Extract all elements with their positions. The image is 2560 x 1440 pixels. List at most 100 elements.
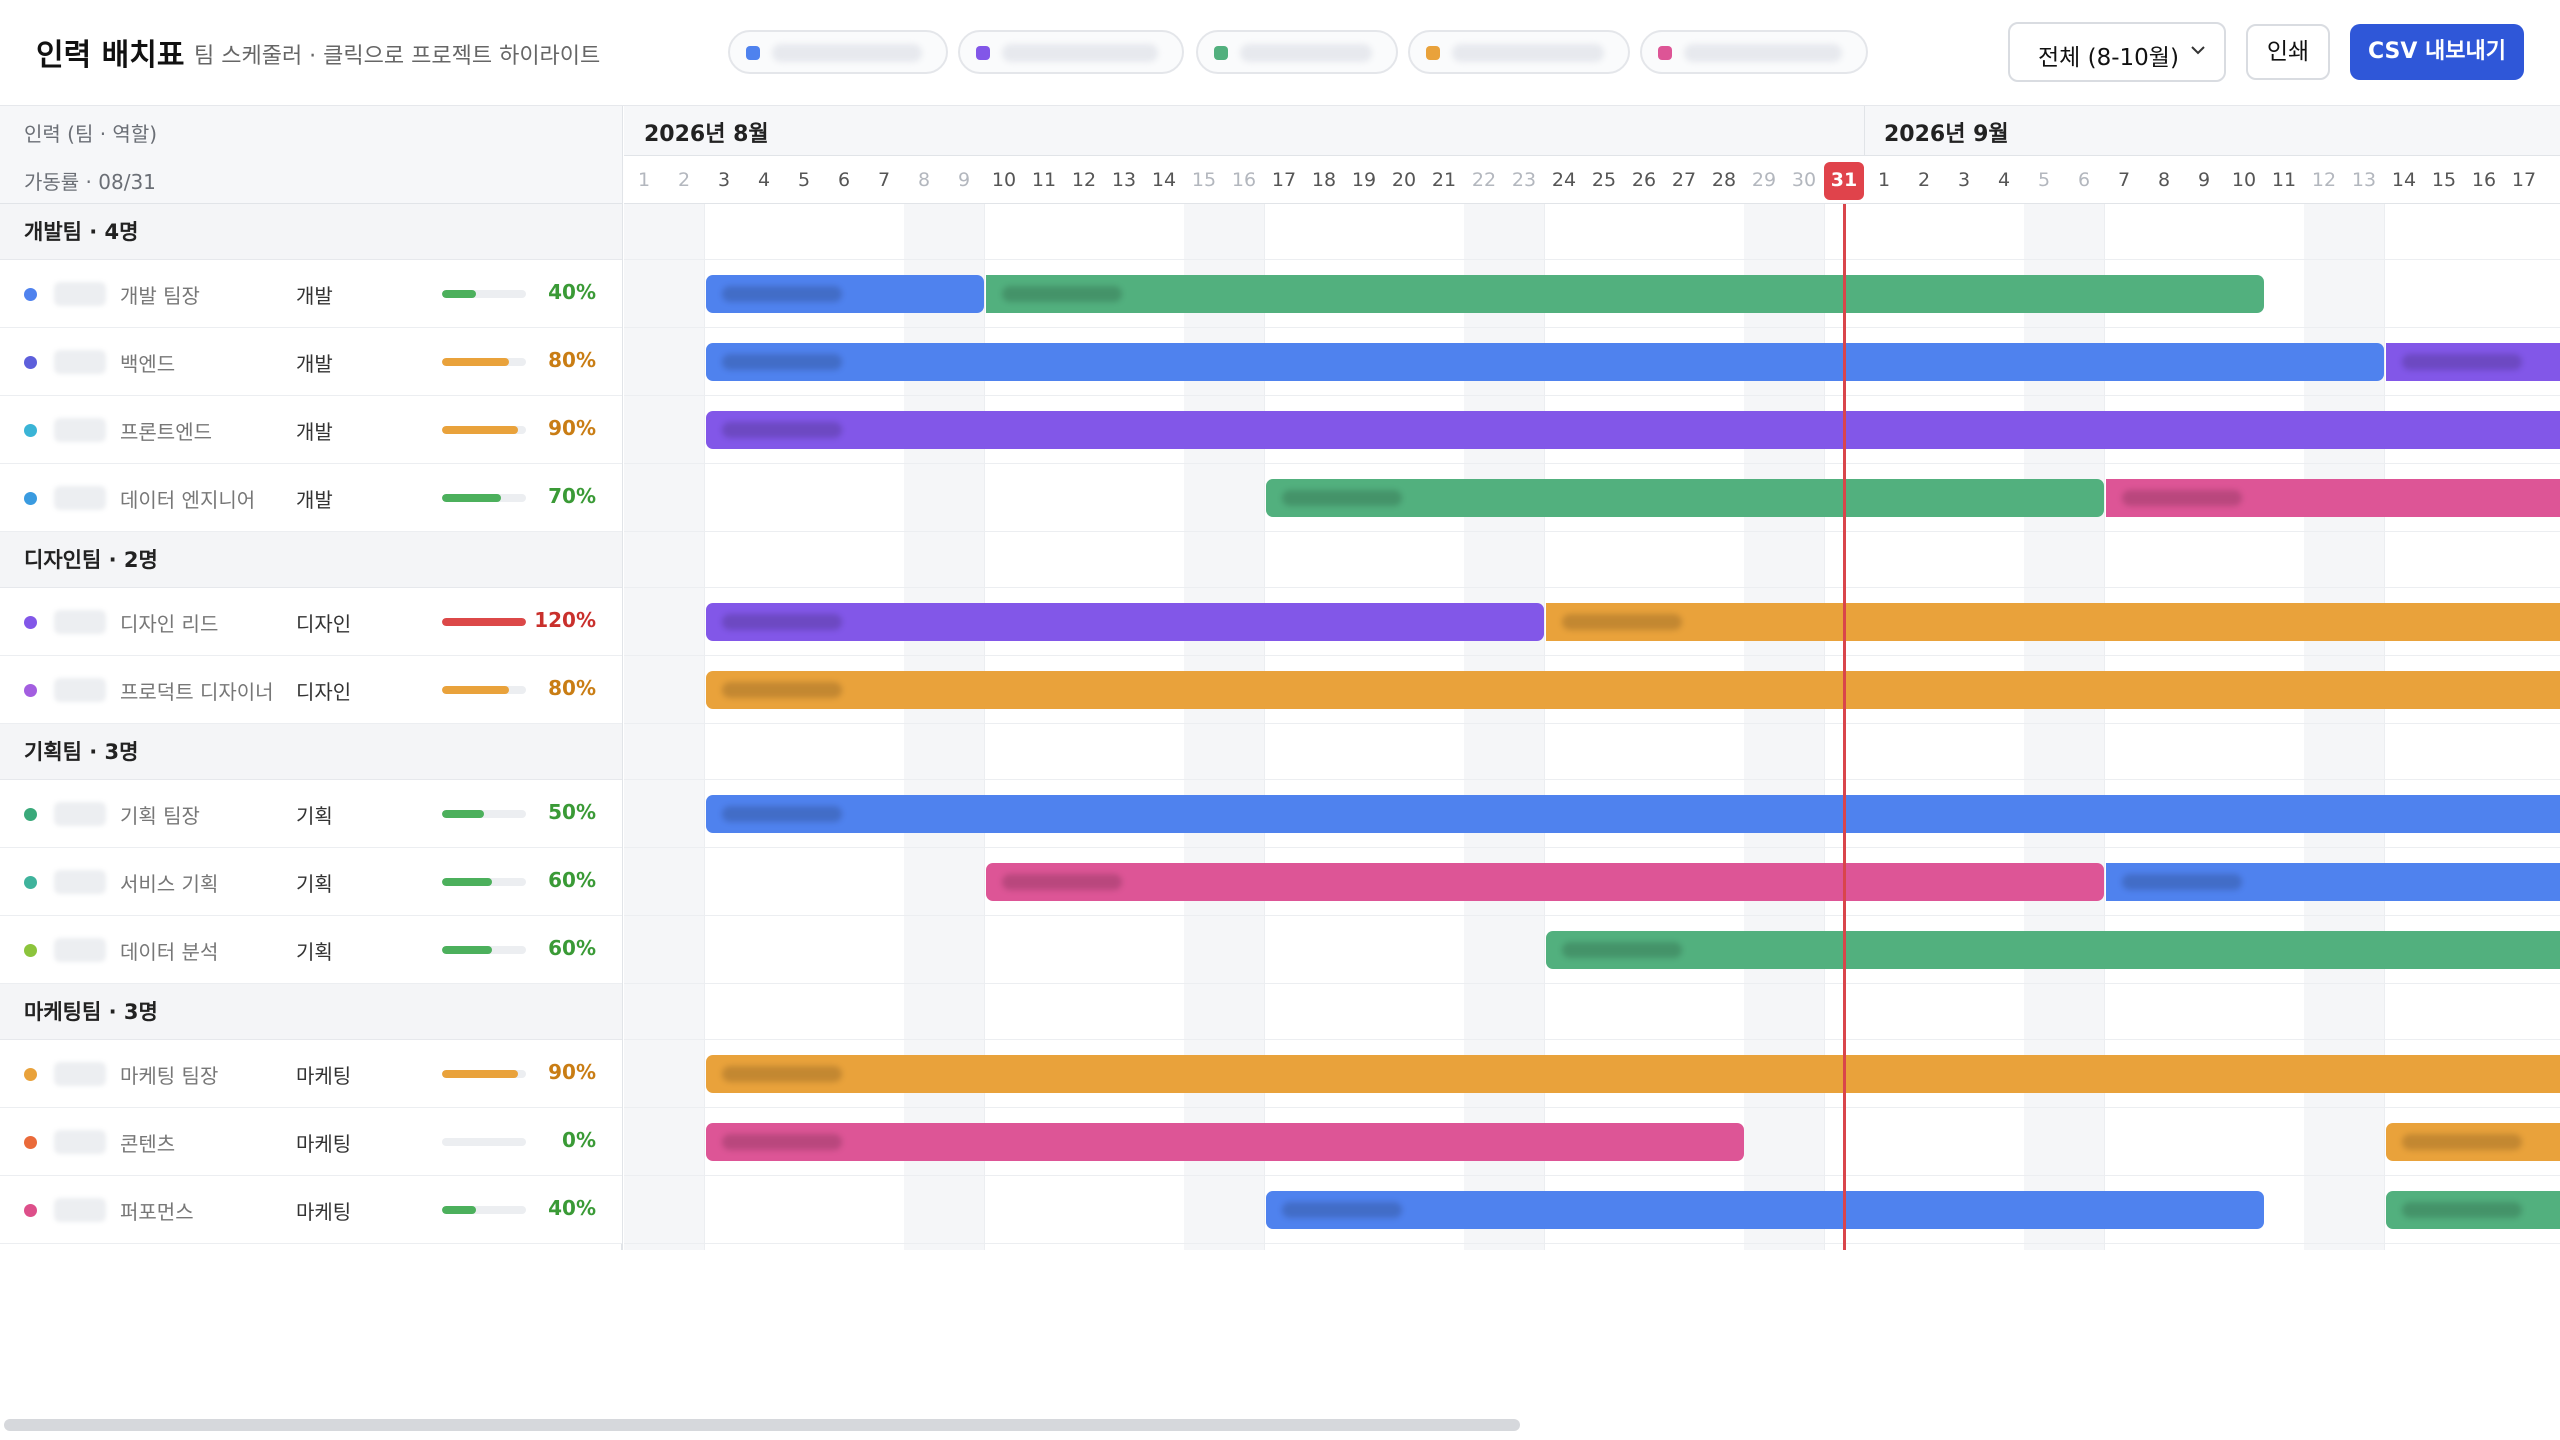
utilization-bar-fill <box>442 494 501 502</box>
assignment-bar[interactable] <box>1266 1191 2264 1229</box>
day-label: 22 <box>1471 169 1497 191</box>
project-name-redacted <box>2122 874 2242 890</box>
range-select[interactable]: 전체 (8-10월) <box>2008 22 2226 82</box>
page-subtitle: 팀 스케줄러 · 클릭으로 프로젝트 하이라이트 <box>194 44 601 69</box>
project-filter-chip[interactable] <box>1196 30 1398 74</box>
day-label: 16 <box>1231 169 1257 191</box>
resource-row[interactable]: 개발 팀장 개발 40% <box>0 260 622 328</box>
member-name-redacted <box>54 350 106 374</box>
project-filter-chip[interactable] <box>1408 30 1630 74</box>
member-name-redacted <box>54 1198 106 1222</box>
day-label: 18 <box>1311 169 1337 191</box>
assignment-bar[interactable] <box>2106 479 2560 517</box>
csv-export-button[interactable]: CSV 내보내기 <box>2350 24 2524 80</box>
horizontal-scrollbar[interactable] <box>0 1416 2560 1436</box>
scrollbar-thumb[interactable] <box>4 1419 1520 1431</box>
assignment-bar[interactable] <box>706 1055 2560 1093</box>
utilization-percent: 40% <box>548 280 596 304</box>
team-group-row[interactable]: 개발팀 · 4명 <box>0 204 622 260</box>
project-name-redacted <box>1002 44 1158 62</box>
day-label: 11 <box>2271 169 2297 191</box>
utilization-bar-fill <box>442 426 518 434</box>
today-line <box>1843 204 1846 1250</box>
project-filter-chip[interactable] <box>958 30 1184 74</box>
row-divider <box>624 1243 2560 1244</box>
member-role: 퍼포먼스 <box>120 1200 194 1224</box>
day-label: 5 <box>2037 169 2051 191</box>
day-label: 24 <box>1551 169 1577 191</box>
project-name-redacted <box>1684 44 1842 62</box>
assignment-bar[interactable] <box>706 343 2384 381</box>
assignment-bar[interactable] <box>706 671 2560 709</box>
print-button[interactable]: 인쇄 <box>2246 24 2330 80</box>
assignment-bar[interactable] <box>986 863 2104 901</box>
assignment-bar[interactable] <box>706 1123 1744 1161</box>
project-name-redacted <box>2402 1202 2522 1218</box>
project-name-redacted <box>1452 44 1604 62</box>
assignment-bar[interactable] <box>706 275 984 313</box>
day-label: 29 <box>1751 169 1777 191</box>
day-label: 15 <box>2431 169 2457 191</box>
assignment-bar[interactable] <box>2106 863 2560 901</box>
chevron-down-icon <box>2191 46 2205 55</box>
page-title: 인력 배치표 <box>36 38 185 73</box>
member-department: 개발 <box>296 488 333 512</box>
project-name-redacted <box>772 44 922 62</box>
assignment-bar[interactable] <box>1546 603 2560 641</box>
resource-row[interactable]: 마케팅 팀장 마케팅 90% <box>0 1040 622 1108</box>
assignment-bar[interactable] <box>706 795 2560 833</box>
assignment-bar[interactable] <box>706 603 1544 641</box>
member-color-dot <box>24 1204 37 1217</box>
assignment-bar[interactable] <box>2386 343 2560 381</box>
utilization-bar <box>442 358 526 366</box>
team-group-row[interactable]: 디자인팀 · 2명 <box>0 532 622 588</box>
utilization-bar <box>442 494 526 502</box>
member-role: 디자인 리드 <box>120 612 219 636</box>
member-department: 기획 <box>296 804 333 828</box>
resource-row[interactable]: 프론트엔드 개발 90% <box>0 396 622 464</box>
resource-row[interactable]: 프로덕트 디자이너 디자인 80% <box>0 656 622 724</box>
utilization-bar <box>442 810 526 818</box>
month-header: 2026년 8월 2026년 9월 <box>624 106 2560 156</box>
month-label: 2026년 8월 <box>644 122 769 147</box>
resource-row[interactable]: 데이터 엔지니어 개발 70% <box>0 464 622 532</box>
resource-row[interactable]: 서비스 기획 기획 60% <box>0 848 622 916</box>
project-filter-chip[interactable] <box>1640 30 1868 74</box>
project-name-redacted <box>1240 44 1372 62</box>
resource-row[interactable]: 디자인 리드 디자인 120% <box>0 588 622 656</box>
resource-row[interactable]: 퍼포먼스 마케팅 40% <box>0 1176 622 1244</box>
month-label: 2026년 9월 <box>1884 122 2009 147</box>
team-name: 마케팅팀 · 3명 <box>24 1000 158 1024</box>
resource-row[interactable]: 기획 팀장 기획 50% <box>0 780 622 848</box>
row-divider <box>624 779 2560 780</box>
project-name-redacted <box>1562 614 1682 630</box>
member-name-redacted <box>54 418 106 442</box>
project-name-redacted <box>1002 874 1122 890</box>
member-department: 개발 <box>296 352 333 376</box>
project-name-redacted <box>2122 490 2242 506</box>
assignment-bar[interactable] <box>2386 1191 2560 1229</box>
assignment-bar[interactable] <box>1546 931 2560 969</box>
assignment-bar[interactable] <box>2386 1123 2560 1161</box>
project-name-redacted <box>1562 942 1682 958</box>
assignment-bar[interactable] <box>706 411 2560 449</box>
day-label: 8 <box>917 169 931 191</box>
day-label: 17 <box>1271 169 1297 191</box>
project-color-dot <box>1426 46 1440 60</box>
utilization-bar <box>442 1138 526 1146</box>
project-name-redacted <box>1002 286 1122 302</box>
resource-row[interactable]: 데이터 분석 기획 60% <box>0 916 622 984</box>
team-band-row <box>624 532 2560 588</box>
project-filter-chip[interactable] <box>728 30 948 74</box>
assignment-bar[interactable] <box>1266 479 2104 517</box>
day-label: 12 <box>2311 169 2337 191</box>
utilization-bar <box>442 618 526 626</box>
resource-row[interactable]: 콘텐츠 마케팅 0% <box>0 1108 622 1176</box>
utilization-bar <box>442 426 526 434</box>
resource-row[interactable]: 백엔드 개발 80% <box>0 328 622 396</box>
team-band-row <box>624 984 2560 1040</box>
team-group-row[interactable]: 마케팅팀 · 3명 <box>0 984 622 1040</box>
team-group-row[interactable]: 기획팀 · 3명 <box>0 724 622 780</box>
assignment-bar[interactable] <box>986 275 2264 313</box>
member-color-dot <box>24 808 37 821</box>
